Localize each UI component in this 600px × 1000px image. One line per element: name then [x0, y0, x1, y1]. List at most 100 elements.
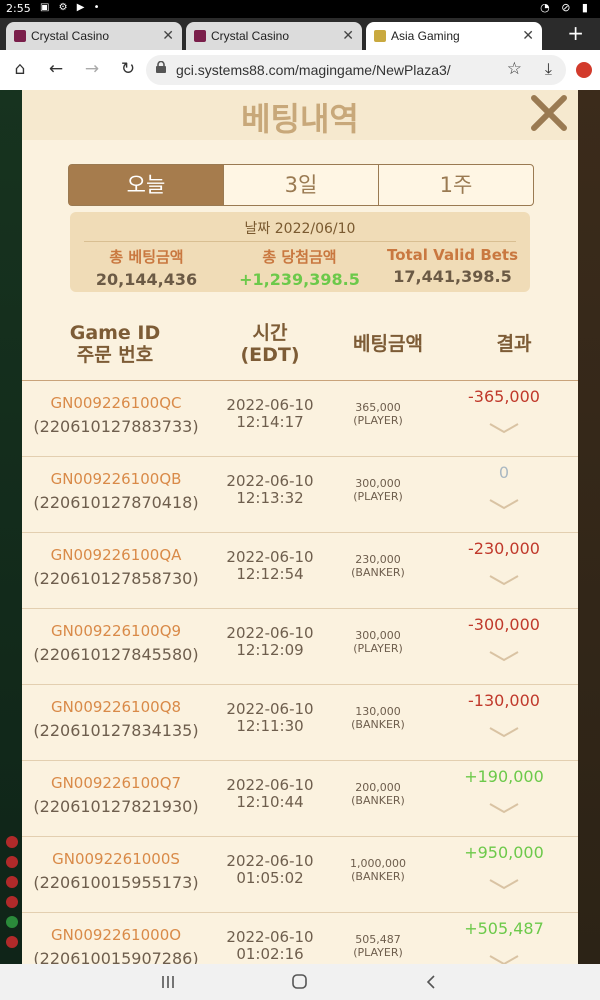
chevron-down-icon[interactable]: [488, 725, 520, 739]
bet-row[interactable]: GN009226100Q7 (220610127821930) 2022-06-10…: [22, 761, 578, 837]
chevron-down-icon[interactable]: [488, 801, 520, 815]
bet-side: (PLAYER): [353, 946, 403, 959]
browser-tab-3[interactable]: Asia Gaming ✕: [366, 22, 542, 50]
chevron-down-icon[interactable]: [488, 497, 520, 511]
total-bet: 총 베팅금액 20,144,436: [70, 246, 223, 289]
back-icon[interactable]: ←: [46, 59, 66, 79]
bet-amount-value: 1,000,000: [350, 857, 406, 870]
valid-bets-label: Total Valid Bets: [386, 246, 519, 264]
browser-tab-2[interactable]: Crystal Casino ✕: [186, 22, 362, 50]
bet-clock: 01:05:02: [236, 869, 304, 887]
bet-result: -130,000: [468, 691, 540, 710]
tab-today[interactable]: 오늘: [69, 165, 223, 205]
road-dot: [6, 836, 18, 848]
tab-title: Crystal Casino: [31, 29, 110, 43]
close-icon[interactable]: [528, 92, 570, 134]
total-win-value: +1,239,398.5: [239, 270, 360, 289]
bet-amount: 505,487 (PLAYER): [328, 933, 428, 959]
url-text: gci.systems88.com/magingame/NewPlaza3/: [176, 62, 451, 78]
summary-divider: [84, 241, 516, 242]
close-tab-icon[interactable]: ✕: [342, 27, 354, 44]
bet-date: 2022-06-10: [226, 700, 314, 718]
bet-amount-value: 505,487: [355, 933, 401, 946]
bet-time: 2022-06-10 12:12:09: [212, 625, 328, 659]
bet-row[interactable]: GN009226100QA (220610127858730) 2022-06-10…: [22, 533, 578, 609]
chevron-down-icon[interactable]: [488, 877, 520, 891]
bet-amount: 130,000 (BANKER): [328, 705, 428, 731]
summary-panel: 날짜 2022/06/10 총 베팅금액 20,144,436 총 당첨금액 +…: [70, 212, 530, 292]
chevron-down-icon[interactable]: [488, 573, 520, 587]
valid-bets: Total Valid Bets 17,441,398.5: [376, 246, 529, 286]
bet-amount: 1,000,000 (BANKER): [328, 857, 428, 883]
bet-side: (BANKER): [351, 870, 405, 883]
modal-header: 베팅내역: [22, 90, 578, 140]
tab-1-week[interactable]: 1주: [378, 165, 533, 205]
browser-tab-1[interactable]: Crystal Casino ✕: [6, 22, 182, 50]
order-number: (220610127834135): [33, 721, 199, 740]
reload-icon[interactable]: ↻: [118, 59, 138, 79]
forward-icon[interactable]: →: [82, 59, 102, 79]
back-button-icon[interactable]: [422, 973, 442, 991]
download-icon[interactable]: ⤓: [545, 59, 552, 79]
bet-amount: 300,000 (PLAYER): [328, 629, 428, 655]
bet-result: -365,000: [468, 387, 540, 406]
url-field[interactable]: gci.systems88.com/magingame/NewPlaza3/ ☆…: [146, 55, 566, 85]
modal-title: 베팅내역: [241, 100, 359, 138]
bet-side: (BANKER): [351, 718, 405, 731]
bet-history-list: GN009226100QC (220610127883733) 2022-06-10…: [22, 381, 578, 964]
header-game-id: Game ID 주문 번호: [22, 322, 208, 366]
game-id: GN009226100QA: [50, 546, 182, 564]
system-nav-bar: [0, 964, 600, 1000]
order-number: (220610127883733): [33, 417, 199, 436]
bet-row[interactable]: GN009226100QC (220610127883733) 2022-06-10…: [22, 381, 578, 457]
chevron-down-icon[interactable]: [488, 421, 520, 435]
bet-side: (BANKER): [351, 566, 405, 579]
bet-result: +950,000: [464, 843, 544, 862]
header-time-label: 시간: [252, 322, 288, 344]
chevron-down-icon[interactable]: [488, 649, 520, 663]
bet-amount-value: 365,000: [355, 401, 401, 414]
period-tabs: 오늘 3일 1주: [68, 164, 534, 206]
bet-clock: 01:02:16: [236, 945, 304, 963]
summary-date: 날짜 2022/06/10: [244, 221, 356, 237]
header-time-tz: (EDT): [240, 344, 300, 366]
close-tab-icon[interactable]: ✕: [162, 27, 174, 44]
new-tab-icon[interactable]: +: [567, 21, 584, 45]
order-number: (220610127821930): [33, 797, 199, 816]
road-dot: [6, 876, 18, 888]
bet-side: (PLAYER): [353, 414, 403, 427]
bet-result: -230,000: [468, 539, 540, 558]
total-bet-label: 총 베팅금액: [109, 248, 184, 266]
bet-row[interactable]: GN009226100Q9 (220610127845580) 2022-06-10…: [22, 609, 578, 685]
bet-amount: 365,000 (PLAYER): [328, 401, 428, 427]
bet-amount-value: 230,000: [355, 553, 401, 566]
tab-3-days[interactable]: 3일: [223, 165, 378, 205]
bet-result: 0: [498, 463, 510, 482]
close-tab-icon[interactable]: ✕: [522, 27, 534, 44]
bookmark-star-icon[interactable]: ☆: [507, 59, 522, 79]
home-icon[interactable]: ⌂: [10, 59, 30, 79]
recent-apps-icon[interactable]: [158, 973, 178, 991]
bet-row[interactable]: GN009226100Q8 (220610127834135) 2022-06-10…: [22, 685, 578, 761]
bet-row[interactable]: GN0092261000S (220610015955173) 2022-06-10…: [22, 837, 578, 913]
home-button-icon[interactable]: [290, 973, 310, 991]
order-number: (220610127845580): [33, 645, 199, 664]
game-id: GN009226100Q9: [50, 622, 182, 640]
road-dot: [6, 896, 18, 908]
header-result: 결과: [496, 333, 532, 355]
address-bar: ⌂ ← → ↻ gci.systems88.com/magingame/NewP…: [0, 50, 600, 91]
extension-icon[interactable]: [576, 62, 592, 78]
backdrop-left-strip: [0, 90, 22, 964]
bet-amount-value: 300,000: [355, 477, 401, 490]
road-dot: [6, 936, 18, 948]
bet-time: 2022-06-10 12:10:44: [212, 777, 328, 811]
chevron-down-icon[interactable]: [488, 953, 520, 964]
status-bar: 2:55 ▣ ⚙ ▶ • ◔ ⊘ ▮: [0, 0, 600, 18]
bet-row[interactable]: GN0092261000O (220610015907286) 2022-06-10…: [22, 913, 578, 964]
bet-amount-value: 130,000: [355, 705, 401, 718]
bet-side: (PLAYER): [353, 642, 403, 655]
bet-amount-value: 200,000: [355, 781, 401, 794]
casino-favicon-icon: [14, 30, 26, 42]
bet-row[interactable]: GN009226100QB (220610127870418) 2022-06-10…: [22, 457, 578, 533]
tab-title: Crystal Casino: [211, 29, 290, 43]
